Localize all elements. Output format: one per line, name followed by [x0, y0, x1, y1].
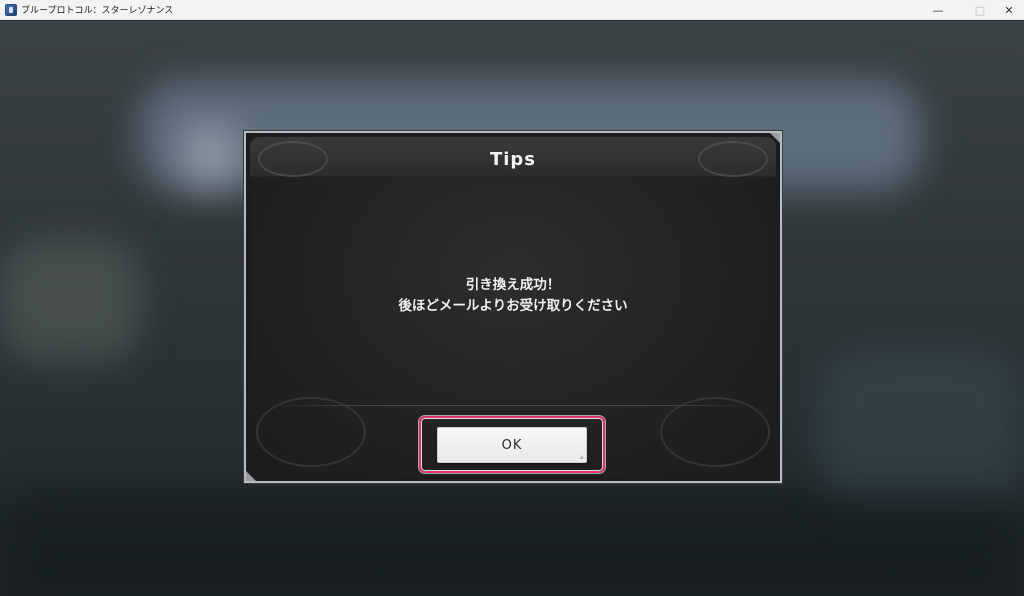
message-line-2: 後ほどメールよりお受け取りください	[398, 298, 628, 314]
window-titlebar: ブループロトコル：スターレゾナンス — □ ✕	[0, 0, 1024, 20]
corner-accent-bottom-left	[246, 471, 256, 481]
maximize-button[interactable]: □	[965, 0, 995, 20]
ornament-bottom-left	[256, 397, 366, 467]
ok-button[interactable]: OK	[437, 427, 587, 463]
dialog-message: 引き換え成功！ 後ほどメールよりお受け取りください	[250, 275, 776, 317]
background-highlight-blur	[180, 121, 240, 191]
ornament-bottom-right	[660, 397, 770, 467]
background-bottom-shade	[0, 491, 1024, 596]
app-icon	[5, 4, 17, 16]
close-button[interactable]: ✕	[994, 0, 1024, 20]
background-left-blur	[0, 241, 140, 361]
window-title: ブループロトコル：スターレゾナンス	[21, 6, 174, 16]
minimize-button[interactable]: —	[923, 0, 953, 20]
background-right-blur	[820, 351, 1020, 511]
message-line-1: 引き換え成功！	[465, 277, 561, 293]
dialog-title: Tips	[489, 149, 537, 170]
dialog-separator	[272, 405, 754, 406]
corner-accent-top-right	[770, 133, 780, 143]
